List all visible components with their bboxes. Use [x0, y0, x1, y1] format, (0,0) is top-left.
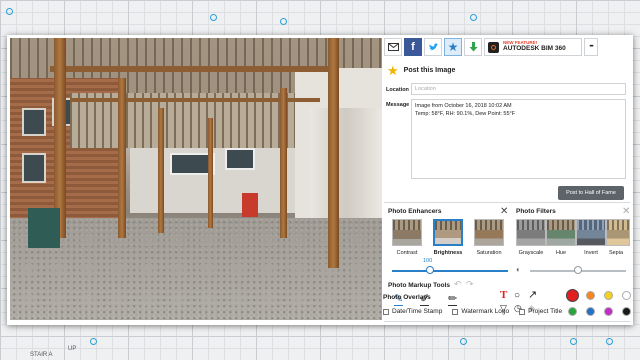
undo-icon[interactable]: ↶	[454, 279, 462, 290]
share-toolbar: f ★ NEW FEATURE! AUTODESK BIM 360 •••	[384, 38, 630, 58]
sensor-marker	[6, 8, 13, 15]
filter-grayscale-thumb[interactable]	[516, 219, 546, 246]
filter-sepia-thumb[interactable]	[606, 219, 630, 246]
location-label: Location	[386, 87, 409, 93]
checkbox[interactable]	[519, 308, 526, 315]
star-icon: ★	[387, 62, 399, 78]
color-swatch-black[interactable]	[622, 307, 631, 316]
filter-label: Hue	[555, 250, 567, 256]
facebook-icon: f	[411, 41, 415, 53]
enhancer-slider-track[interactable]	[392, 270, 508, 272]
bim360-button[interactable]: NEW FEATURE! AUTODESK BIM 360	[484, 38, 582, 56]
enhancer-label: Contrast	[396, 250, 418, 256]
color-swatch-red[interactable]	[566, 289, 579, 302]
post-image-title: Post this Image	[403, 66, 456, 74]
filter-hue-thumb[interactable]	[546, 219, 576, 246]
download-arrow-icon	[469, 42, 477, 52]
filter-slider-knob[interactable]	[574, 266, 582, 274]
checkbox[interactable]	[452, 308, 459, 315]
filter-label: Grayscale	[518, 250, 544, 256]
overlay-label: Project Title	[528, 308, 563, 315]
sensor-marker	[460, 338, 467, 345]
bim360-label: AUTODESK BIM 360	[503, 44, 566, 52]
enhancer-slider-value: 100	[423, 258, 433, 264]
envelope-icon	[387, 43, 399, 51]
section-divider	[384, 321, 630, 322]
overlay-watermark-option[interactable]: Watermark Logo	[452, 308, 509, 315]
section-divider	[384, 202, 630, 203]
sensor-marker	[90, 338, 97, 345]
share-panel: f ★ NEW FEATURE! AUTODESK BIM 360 ••• ★ …	[384, 38, 631, 322]
sensor-marker	[210, 14, 217, 21]
photo-overlays-title: Photo Overlays	[383, 294, 431, 301]
message-textarea[interactable]: Image from October 16, 2018 10:02 AM Tem…	[411, 99, 626, 179]
email-button[interactable]	[384, 38, 402, 56]
close-icon[interactable]: ✕	[622, 206, 630, 217]
sensor-marker	[570, 338, 577, 345]
message-line: Image from October 16, 2018 10:02 AM	[415, 103, 512, 109]
close-icon[interactable]: ✕	[500, 206, 508, 217]
filter-invert-thumb[interactable]	[576, 219, 606, 246]
more-options-label: •••	[589, 44, 593, 50]
location-input[interactable]: Location	[411, 83, 626, 95]
color-swatch-orange[interactable]	[586, 291, 595, 300]
up-label: UP	[68, 346, 77, 352]
color-swatch-white[interactable]	[622, 291, 631, 300]
redo-icon[interactable]: ↷	[466, 279, 474, 290]
site-photo	[10, 38, 382, 320]
post-image-header: ★ Post this Image	[384, 62, 630, 78]
download-button[interactable]	[464, 38, 482, 56]
facebook-button[interactable]: f	[404, 38, 422, 56]
color-swatch-yellow[interactable]	[604, 291, 613, 300]
circle-tool-icon[interactable]: ○	[514, 291, 520, 301]
text-tool-icon[interactable]: T	[500, 290, 507, 301]
contrast-circle-icon: ◐	[516, 265, 521, 274]
photo-filters-title: Photo Filters	[516, 208, 556, 215]
enhancer-slider-knob[interactable]	[426, 266, 435, 274]
color-swatch-green[interactable]	[568, 307, 577, 316]
message-line: Temp: 58°F, RH: 90.1%, Dew Point: 55°F	[415, 111, 516, 118]
enhancer-label: Saturation	[476, 250, 502, 256]
twitter-icon	[428, 42, 438, 50]
overlay-label: Date/Time Stamp	[392, 308, 443, 315]
image-share-modal: f ★ NEW FEATURE! AUTODESK BIM 360 ••• ★ …	[7, 35, 633, 325]
color-swatch-purple[interactable]	[604, 307, 613, 316]
twitter-button[interactable]	[424, 38, 442, 56]
star-icon: ★	[447, 40, 459, 54]
overlay-project-title-option[interactable]: Project Title	[519, 308, 562, 315]
color-swatch-blue[interactable]	[586, 307, 595, 316]
enhancer-contrast-thumb[interactable]	[392, 219, 422, 246]
bim360-logo-icon	[488, 41, 499, 53]
stair-label: STAIR A	[30, 352, 53, 358]
highlighter-icon[interactable]: ✏	[448, 294, 458, 306]
overlay-options: Date/Time Stamp Watermark Logo Project T…	[383, 308, 562, 315]
more-options-button[interactable]: •••	[584, 38, 598, 56]
enhancer-brightness-thumb[interactable]	[433, 219, 463, 246]
post-to-hall-of-fame-button[interactable]: Post to Hall of Fame	[558, 186, 624, 200]
message-label: Message	[386, 102, 410, 108]
favorite-button[interactable]: ★	[444, 38, 462, 56]
arrow-tool-icon[interactable]: ↗	[528, 290, 537, 301]
enhancer-saturation-thumb[interactable]	[474, 219, 504, 246]
overlay-label: Watermark Logo	[461, 308, 510, 315]
overlay-datetime-option[interactable]: Date/Time Stamp	[383, 308, 442, 315]
sensor-marker	[470, 14, 477, 21]
sensor-marker	[280, 18, 287, 25]
photo-enhancers-title: Photo Enhancers	[388, 208, 442, 215]
checkbox[interactable]	[383, 308, 389, 315]
photo-markup-tools-title: Photo Markup Tools	[388, 282, 450, 289]
filter-label: Sepia	[608, 250, 624, 256]
sensor-marker	[606, 338, 613, 345]
enhancer-label: Brightness	[433, 250, 463, 256]
